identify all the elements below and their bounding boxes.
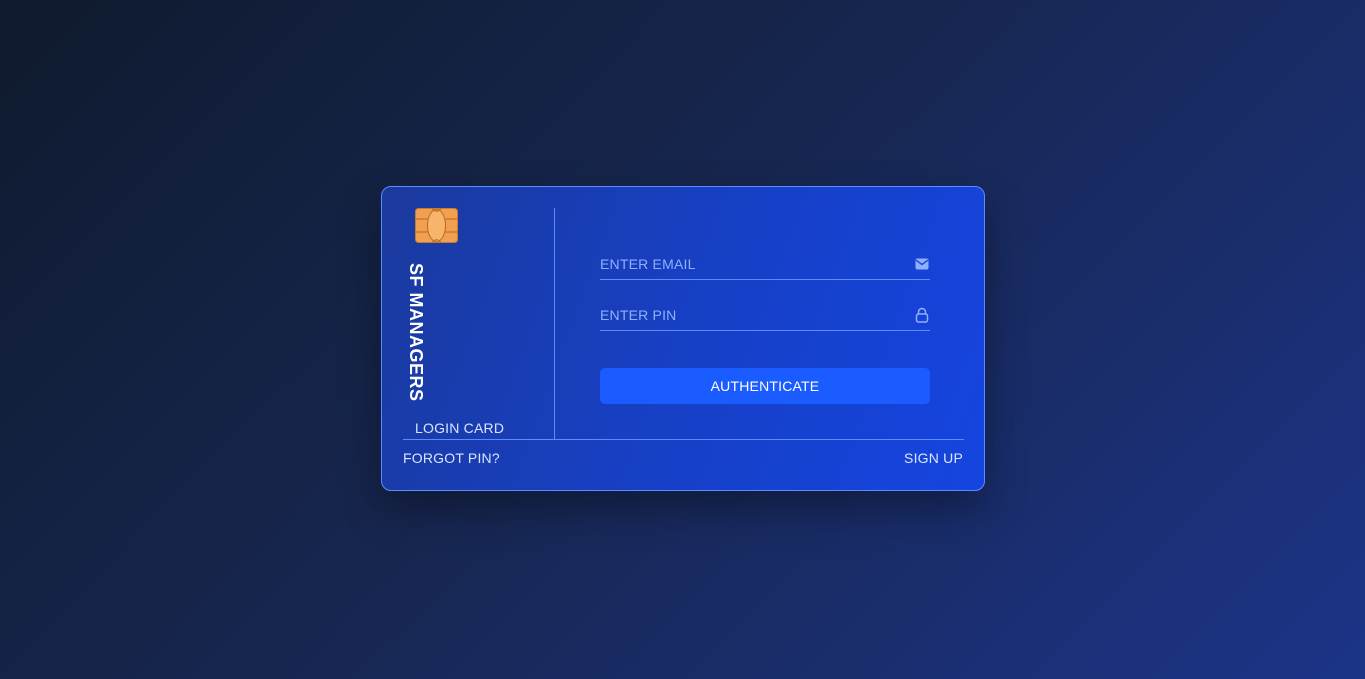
lock-icon [914, 307, 930, 323]
login-card: SF MANAGERS LOGIN CARD AUTHENTICATE FORG… [381, 186, 985, 491]
brand-title: SF MANAGERS [406, 263, 426, 402]
envelope-icon [914, 256, 930, 272]
forgot-pin-link[interactable]: FORGOT PIN? [403, 450, 500, 466]
card-label: LOGIN CARD [415, 420, 505, 436]
pin-input[interactable] [600, 306, 890, 323]
email-field-row [600, 248, 930, 280]
authenticate-button[interactable]: AUTHENTICATE [600, 368, 930, 404]
sign-up-link[interactable]: SIGN UP [904, 450, 963, 466]
email-input[interactable] [600, 255, 890, 272]
sim-chip-icon [415, 208, 458, 243]
pin-field-row [600, 299, 930, 331]
horizontal-divider [403, 439, 964, 440]
vertical-divider [554, 208, 555, 440]
